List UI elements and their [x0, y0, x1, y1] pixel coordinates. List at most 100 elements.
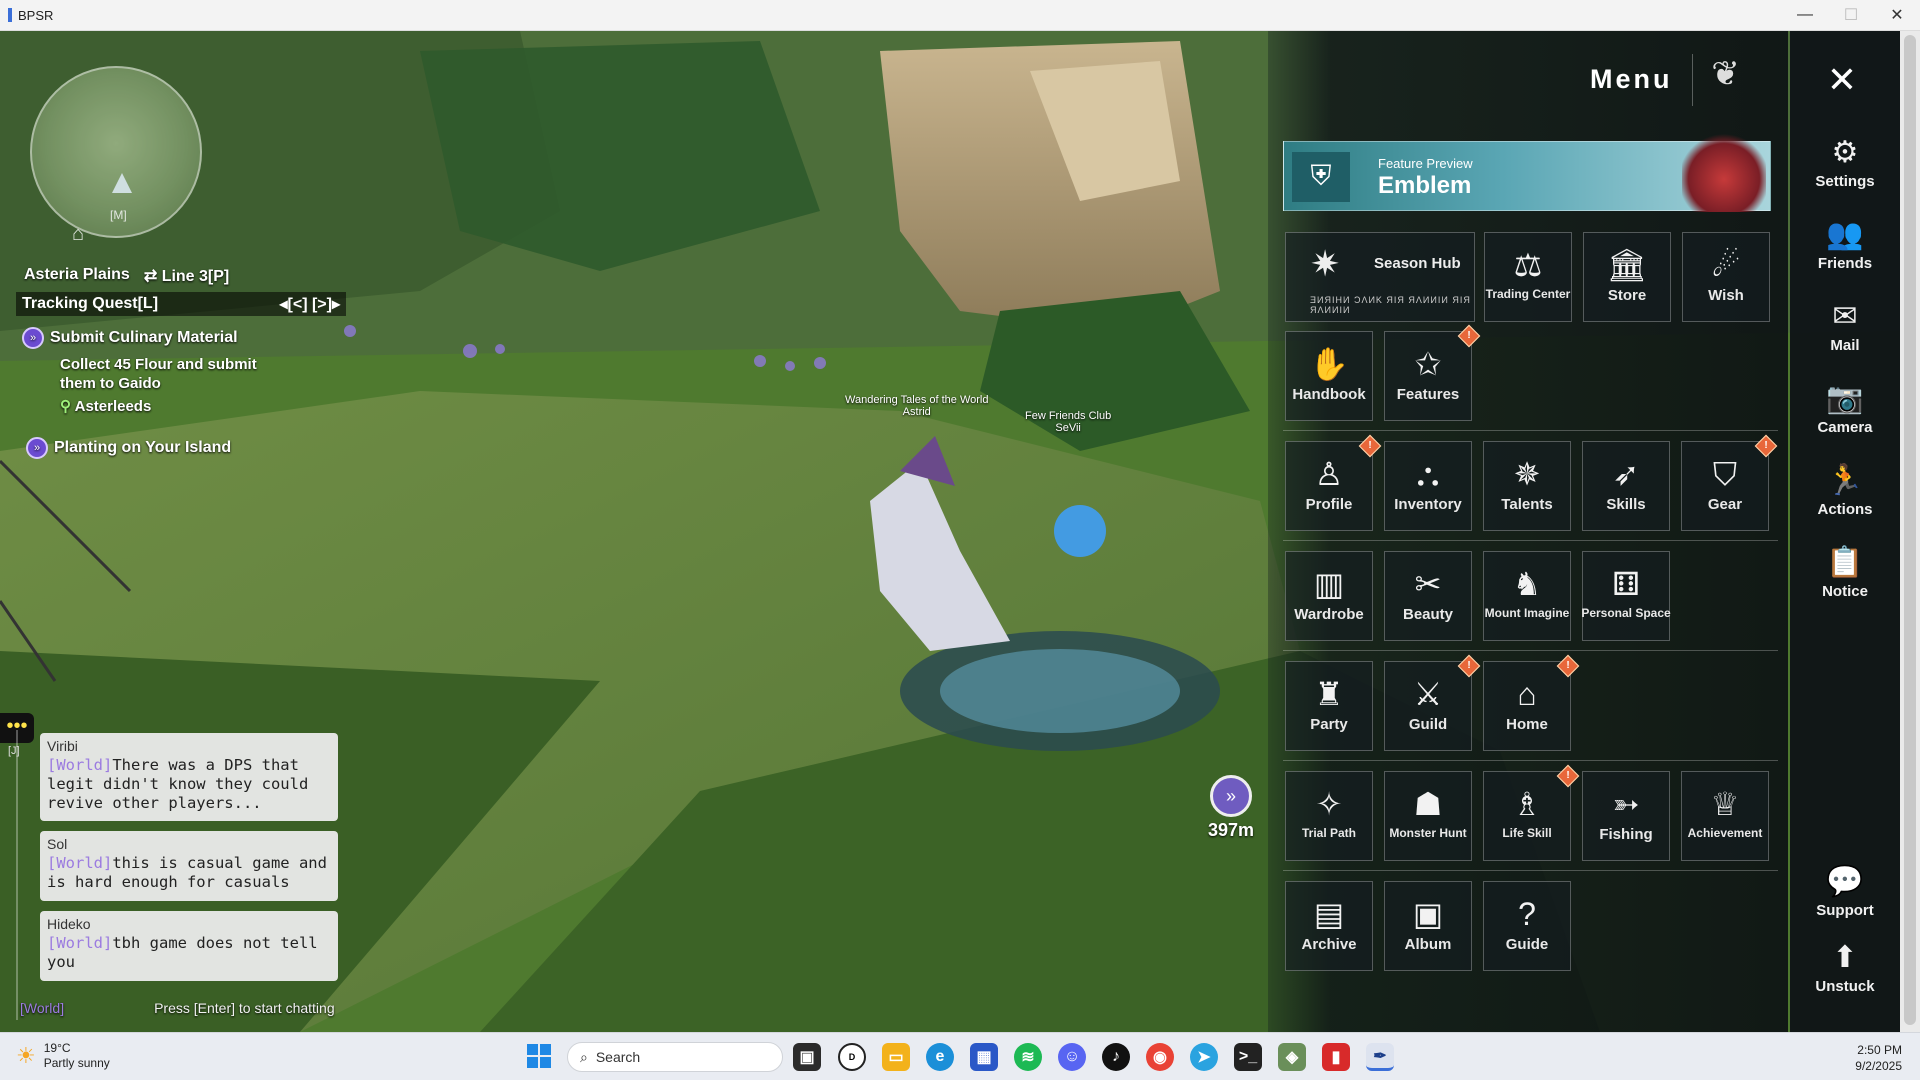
life-skill-icon: ♗: [1512, 786, 1542, 822]
life-skill-button[interactable]: ♗ Life Skill: [1483, 771, 1571, 861]
taskbar-search[interactable]: ⌕ Search: [567, 1042, 783, 1072]
season-hub-icon: ✷: [1310, 243, 1341, 284]
skills-label: Skills: [1606, 496, 1646, 513]
discord-icon[interactable]: ☺: [1058, 1043, 1086, 1071]
quest-1-desc-2: them to Gaido: [60, 375, 161, 392]
spotify-icon[interactable]: ≋: [1014, 1043, 1042, 1071]
friends-button[interactable]: 👥 Friends: [1790, 215, 1900, 272]
jetbrains-icon[interactable]: ▮: [1322, 1043, 1350, 1071]
maximize-button[interactable]: ☐: [1828, 0, 1874, 30]
chrome-icon[interactable]: ◉: [1146, 1043, 1174, 1071]
personal-space-button[interactable]: ⚅ Personal Space: [1581, 551, 1671, 641]
scales-icon: ⚖: [1513, 247, 1543, 283]
unstuck-button[interactable]: ⬆ Unstuck: [1790, 938, 1900, 995]
wish-button[interactable]: ☄ Wish: [1682, 232, 1770, 322]
trading-center-button[interactable]: ⚖ Trading Center: [1484, 232, 1572, 322]
mail-label: Mail: [1830, 337, 1860, 354]
camera-label: Camera: [1817, 419, 1873, 436]
close-window-button[interactable]: ✕: [1874, 0, 1920, 30]
chat-input-hint[interactable]: [World] Press [Enter] to start chatting: [20, 1000, 335, 1016]
support-button[interactable]: 💬 Support: [1790, 862, 1900, 919]
game-launcher-icon[interactable]: ◈: [1278, 1043, 1306, 1071]
achievement-button[interactable]: ♕ Achievement: [1681, 771, 1769, 861]
tracking-quest-label: Tracking Quest[L]: [22, 295, 159, 312]
weather-widget[interactable]: ☀ 19°C Partly sunny: [16, 1041, 110, 1071]
camera-button[interactable]: 📷 Camera: [1790, 379, 1900, 436]
gear-icon: ⚙: [1831, 136, 1859, 169]
support-label: Support: [1816, 902, 1874, 919]
store-app-icon[interactable]: ▦: [970, 1043, 998, 1071]
chat-user: Hideko: [47, 916, 91, 932]
minimap[interactable]: ⌂ [M]: [30, 66, 202, 245]
mount-imagine-button[interactable]: ♞ Mount Imagine: [1483, 551, 1571, 641]
store-button[interactable]: 🏛 Store: [1583, 232, 1671, 322]
wardrobe-button[interactable]: ▥ Wardrobe: [1285, 551, 1373, 641]
quest-icon: »: [22, 327, 44, 349]
mail-button[interactable]: ✉ Mail: [1790, 297, 1900, 354]
quest-1-location[interactable]: ⚲ Asterleeds: [60, 397, 151, 416]
notice-button[interactable]: 📋 Notice: [1790, 543, 1900, 600]
chat-user: Viribi: [47, 738, 78, 754]
actions-button[interactable]: 🏃 Actions: [1790, 461, 1900, 518]
gear-label: Gear: [1707, 496, 1743, 513]
season-hub-button[interactable]: ✷ Season Hub ƎИЯIHИ ƆΛИK ЯIЯ ЯΛИИIИ ЯIЯ …: [1285, 232, 1475, 322]
feature-preview-label: Feature Preview: [1378, 156, 1473, 171]
beauty-button[interactable]: ✂ Beauty: [1384, 551, 1472, 641]
zone-info: Asteria Plains ⇄ Line 3[P]: [24, 266, 229, 286]
trial-path-button[interactable]: ✧ Trial Path: [1285, 771, 1373, 861]
fish-icon: ➳: [1612, 786, 1640, 822]
quest-1[interactable]: » Submit Culinary Material: [22, 327, 238, 349]
terminal-icon[interactable]: >_: [1234, 1043, 1262, 1071]
tracking-quest-bar[interactable]: Tracking Quest[L] ◂[<] [>]▸: [16, 292, 346, 316]
waypoint-marker-icon[interactable]: »: [1210, 775, 1252, 817]
start-button[interactable]: [527, 1044, 551, 1068]
wardrobe-label: Wardrobe: [1294, 606, 1364, 623]
server-line[interactable]: ⇄ Line 3[P]: [144, 266, 229, 286]
home-button[interactable]: ⌂ Home: [1483, 661, 1571, 751]
gear-button[interactable]: ⛉ Gear: [1681, 441, 1769, 531]
scrollbar-thumb[interactable]: [1904, 35, 1916, 1025]
settings-button[interactable]: ⚙ Settings: [1790, 133, 1900, 190]
window-scrollbar[interactable]: [1900, 31, 1920, 1032]
dell-icon[interactable]: D: [838, 1043, 866, 1071]
telegram-icon[interactable]: ➤: [1190, 1043, 1218, 1071]
emblem-icon: ⛨: [1292, 152, 1350, 202]
party-button[interactable]: ♜ Party: [1285, 661, 1373, 751]
section-divider: [1283, 760, 1778, 761]
chat-channel-selector[interactable]: [World]: [20, 1000, 64, 1016]
handbook-button[interactable]: ✋ Handbook: [1285, 331, 1373, 421]
inventory-button[interactable]: ⛬ Inventory: [1384, 441, 1472, 531]
bpsr-app-icon[interactable]: ✒: [1366, 1043, 1394, 1071]
menu-title: Menu: [1590, 64, 1673, 94]
game-logo-icon: ❦: [1692, 54, 1758, 106]
features-button[interactable]: ✩ Features: [1384, 331, 1472, 421]
album-button[interactable]: ▣ Album: [1384, 881, 1472, 971]
tiktok-icon[interactable]: ♪: [1102, 1043, 1130, 1071]
system-clock[interactable]: 2:50 PM 9/2/2025: [1855, 1042, 1902, 1074]
nameplate-sevii: Few Friends Club SeVii: [1025, 410, 1111, 434]
profile-button[interactable]: ♙ Profile: [1285, 441, 1373, 531]
inventory-label: Inventory: [1394, 496, 1462, 513]
close-menu-button[interactable]: ✕: [1818, 60, 1866, 100]
tracking-quest-nav[interactable]: ◂[<] [>]▸: [279, 294, 340, 314]
minimize-button[interactable]: —: [1782, 0, 1828, 30]
guild-button[interactable]: ⚔ Guild: [1384, 661, 1472, 751]
quest-2[interactable]: » Planting on Your Island: [26, 437, 231, 459]
feature-preview-banner[interactable]: ⛨ Feature Preview Emblem: [1283, 130, 1771, 212]
handbook-icon: ✋: [1309, 346, 1349, 382]
backpack-icon: ⛬: [1416, 456, 1440, 492]
fishing-label: Fishing: [1599, 826, 1653, 843]
talents-button[interactable]: ✵ Talents: [1483, 441, 1571, 531]
archive-button[interactable]: ▤ Archive: [1285, 881, 1373, 971]
task-view-icon[interactable]: ▣: [793, 1043, 821, 1071]
guide-button[interactable]: ? Guide: [1483, 881, 1571, 971]
quest-2-title: Planting on Your Island: [54, 439, 232, 457]
monster-hunt-button[interactable]: ☗ Monster Hunt: [1384, 771, 1472, 861]
chat-message: Viribi [World]There was a DPS that legit…: [40, 733, 338, 821]
edge-icon[interactable]: e: [926, 1043, 954, 1071]
taskbar: ☀ 19°C Partly sunny ⌕ Search ▣ D ▭ e ▦ ≋…: [0, 1032, 1920, 1080]
file-explorer-icon[interactable]: ▭: [882, 1043, 910, 1071]
notice-icon: 📋: [1826, 546, 1864, 579]
skills-button[interactable]: ➶ Skills: [1582, 441, 1670, 531]
fishing-button[interactable]: ➳ Fishing: [1582, 771, 1670, 861]
